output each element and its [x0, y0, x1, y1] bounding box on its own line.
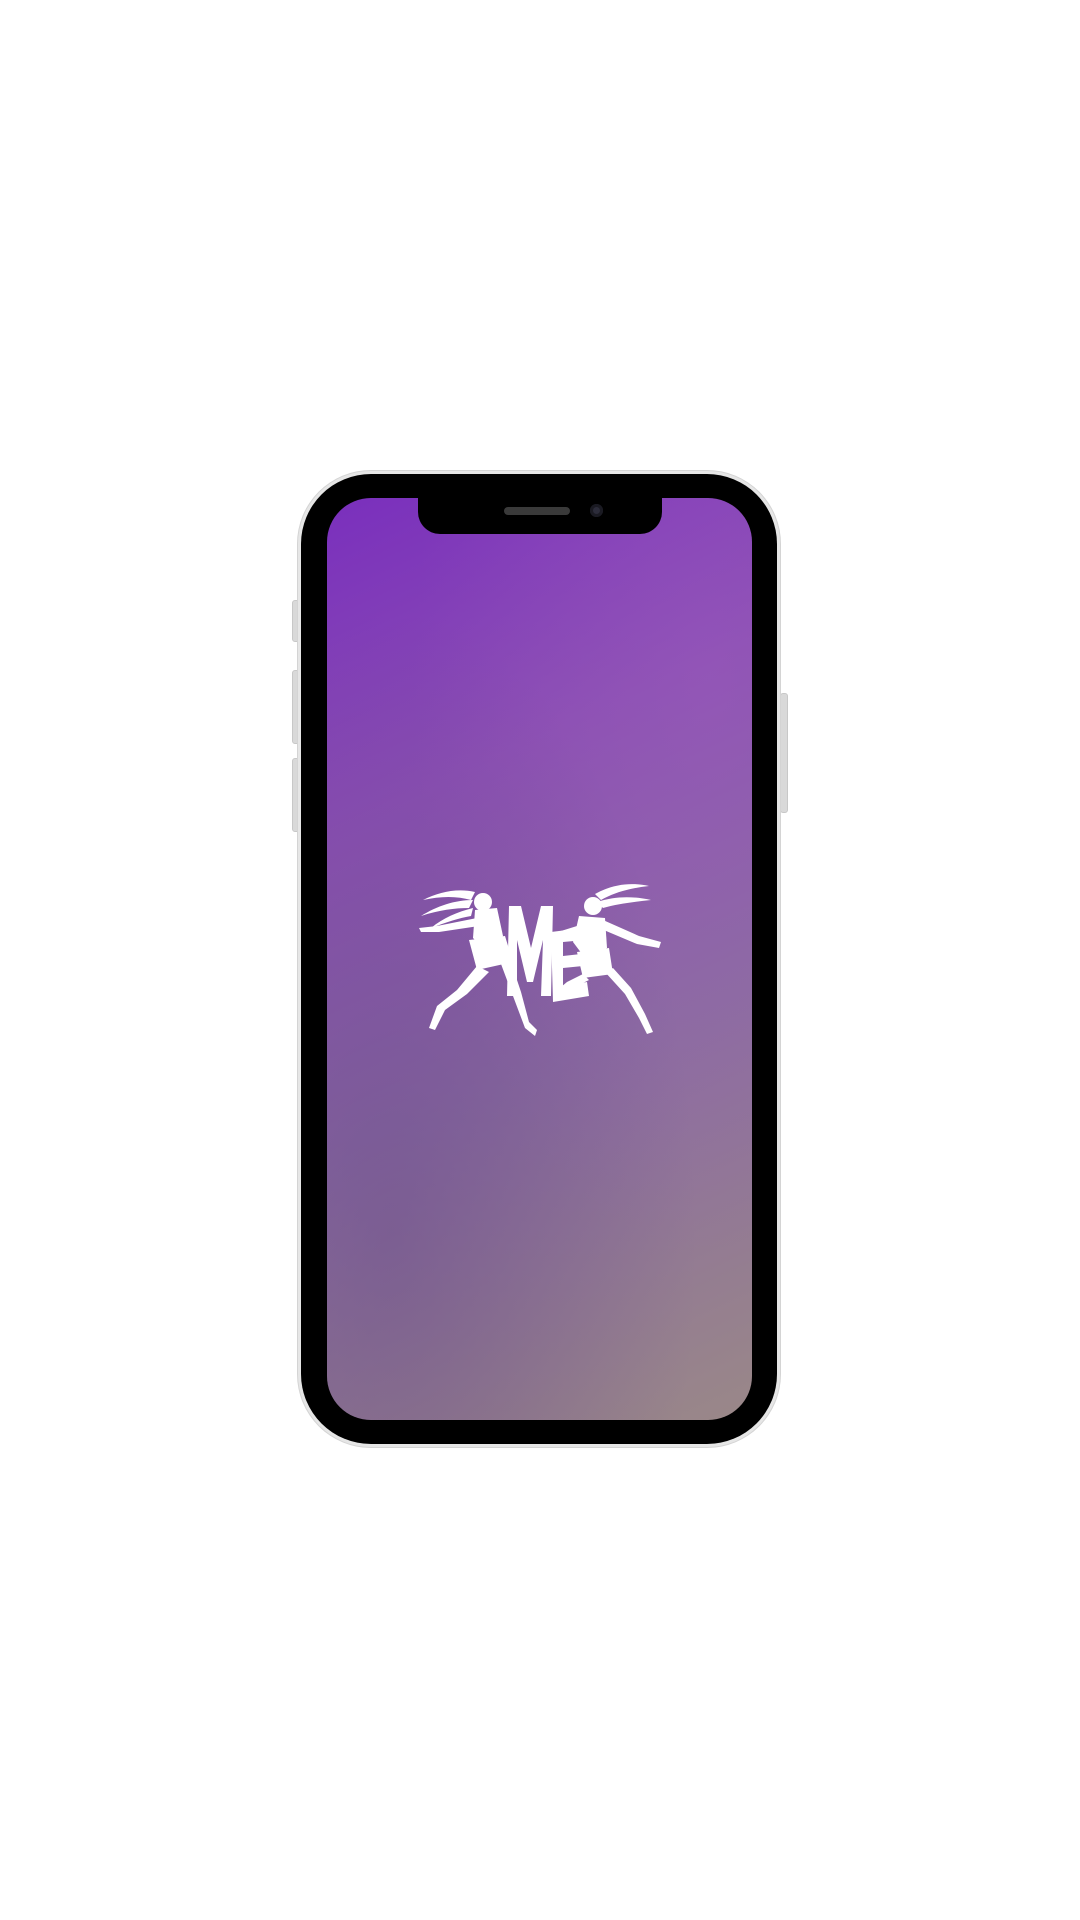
volume-down-button: [292, 758, 300, 832]
page-canvas: [0, 0, 1080, 1920]
earpiece-speaker: [504, 507, 570, 515]
dancers-me-logo-icon: [419, 884, 661, 1036]
silent-switch: [292, 600, 300, 642]
power-button: [780, 693, 788, 813]
volume-up-button: [292, 670, 300, 744]
notch: [418, 498, 662, 534]
front-camera: [590, 504, 603, 517]
